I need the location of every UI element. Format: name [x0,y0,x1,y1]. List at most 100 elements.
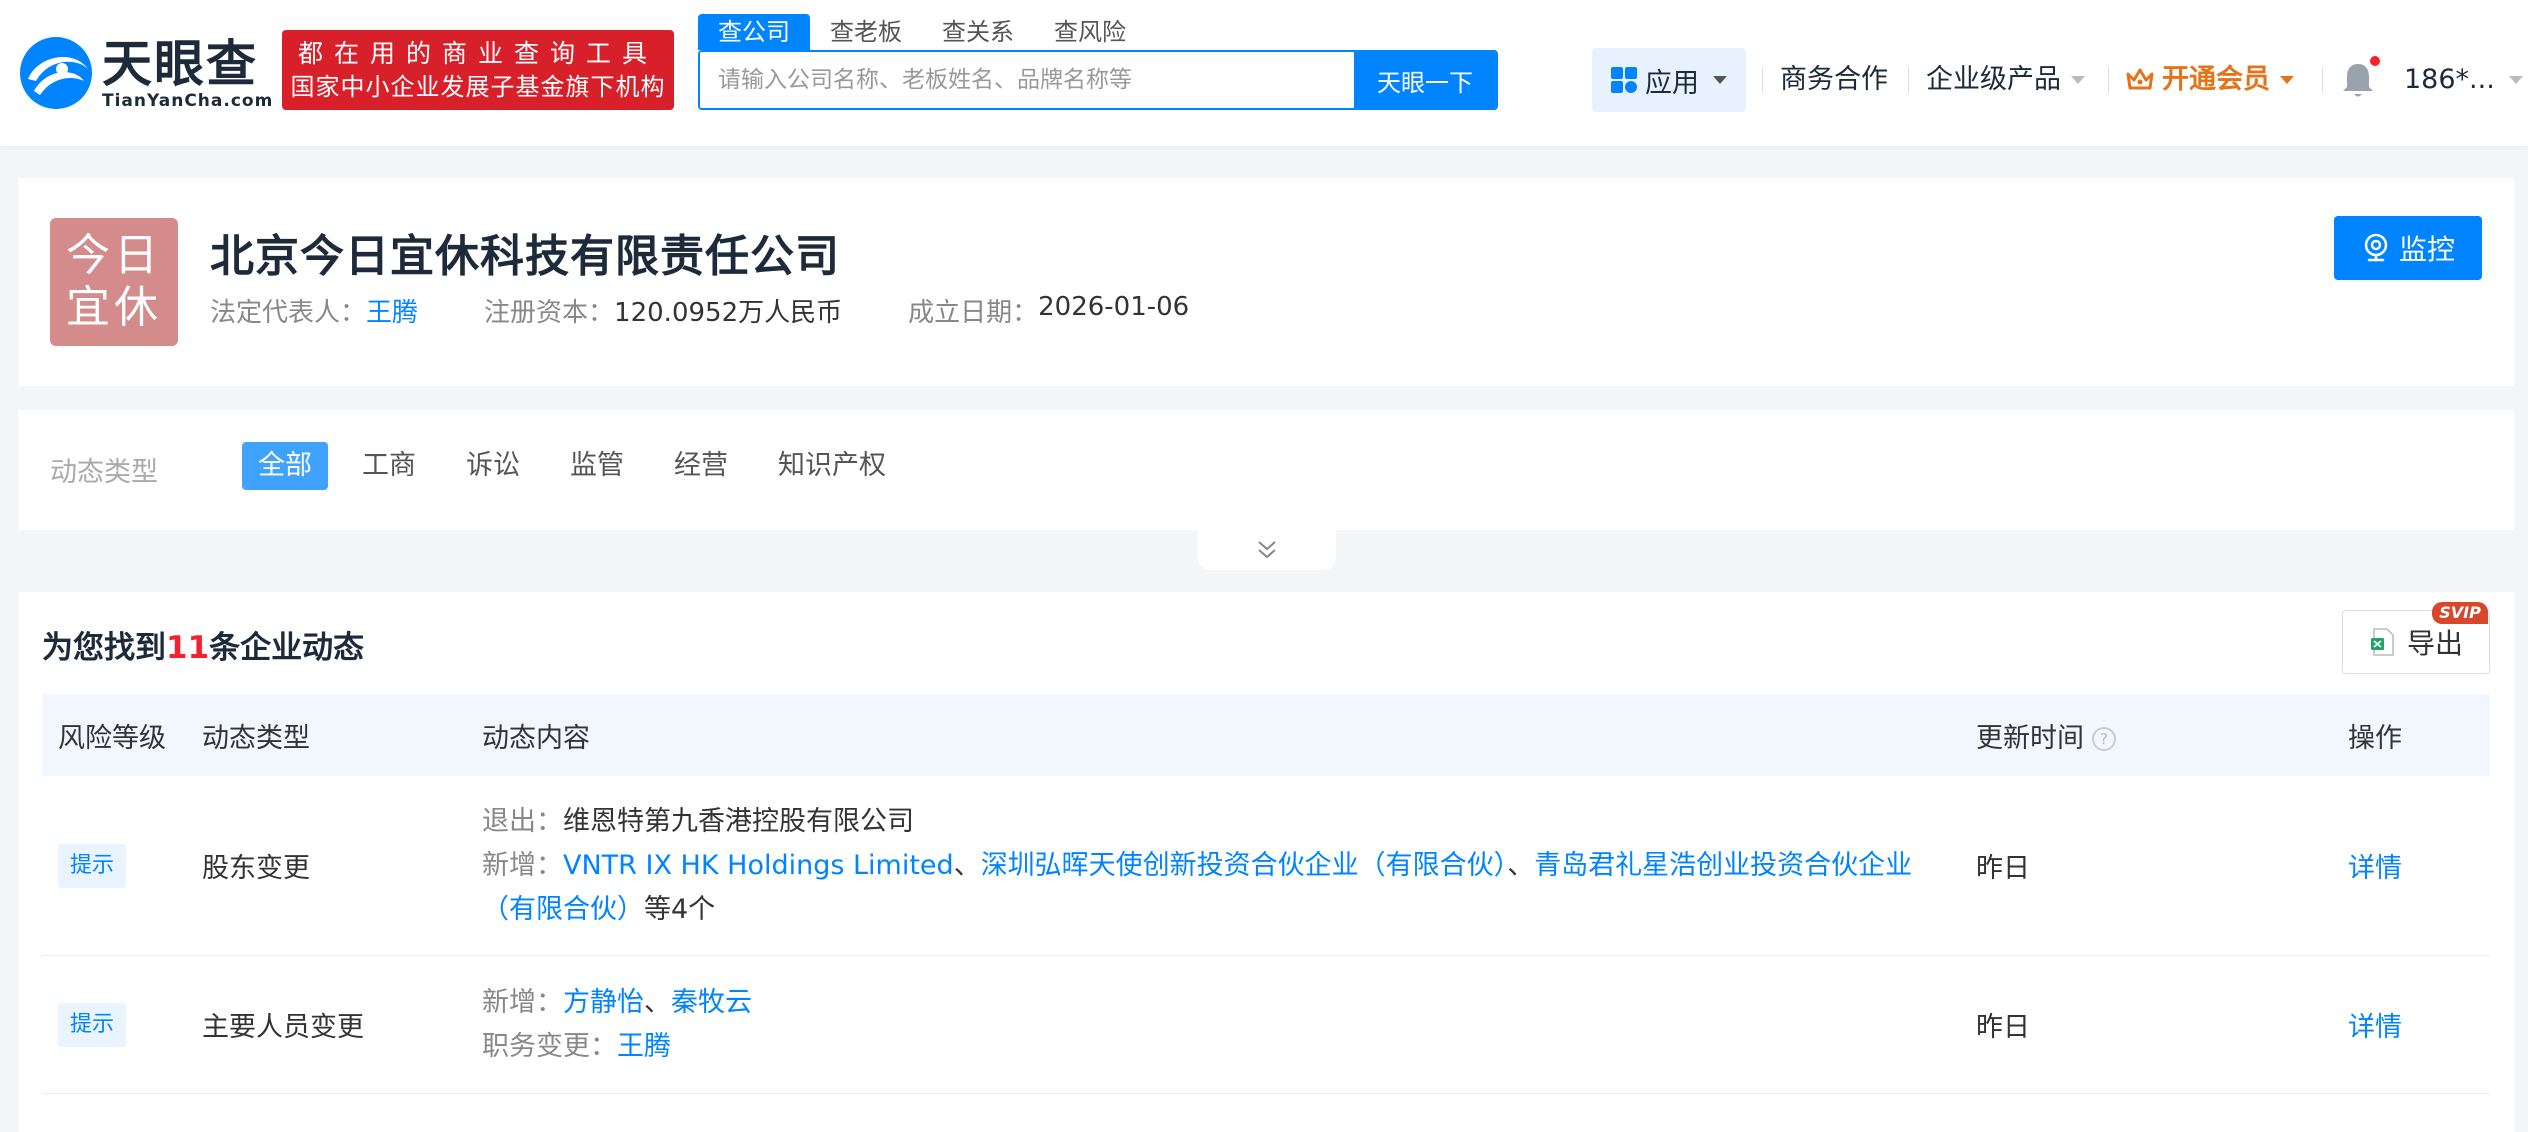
results-title: 为您找到11条企业动态 [42,622,364,667]
chevron-down-icon [1713,76,1727,84]
company-meta: 法定代表人： 王腾 注册资本： 120.0952万人民币 成立日期： 2026-… [210,292,1189,329]
export-label: 导出 [2406,627,2463,660]
shareholder-link[interactable]: 深圳弘晖天使创新投资合伙企业（有限合伙） [981,850,1508,881]
filter-card: 动态类型 全部 工商 诉讼 监管 经营 知识产权 [18,410,2514,530]
top-header: 天眼查 TianYanCha.com 都在用的商业查询工具 国家中小企业发展子基… [0,0,2528,146]
table-row: 提示 主要人员变更 新增：方静怡、秦牧云 职务变更：王腾 昨日 详情 [42,956,2490,1094]
logo-text: 天眼查 [102,35,258,93]
chevron-down-icon [2508,76,2523,84]
filter-tab-business[interactable]: 工商 [346,442,432,490]
nav-enterprise-label: 企业级产品 [1926,64,2061,95]
company-logo: 今日 宜休 [50,218,178,346]
person-link[interactable]: 秦牧云 [671,987,752,1018]
tab-search-relation[interactable]: 查关系 [922,14,1034,50]
logo-domain: TianYanCha.com [102,91,274,111]
crown-icon [2126,68,2154,90]
filter-label: 动态类型 [50,457,158,488]
company-card: 今日 宜休 北京今日宜休科技有限责任公司 法定代表人： 王腾 注册资本： 120… [18,178,2514,386]
column-header-action: 操作 [2348,722,2402,754]
results-card: 为您找到11条企业动态 导出 SVIP 风险等级 动态类型 动态内容 更新时间?… [18,592,2514,1132]
column-header-content: 动态内容 [482,722,590,754]
slogan-line-1: 都在用的商业查询工具 [297,39,658,68]
column-header-risk: 风险等级 [58,722,166,754]
search-box: 天眼一下 [698,50,1498,110]
monitor-icon [2364,233,2388,262]
tab-search-risk[interactable]: 查风险 [1034,14,1146,50]
capital-value: 120.0952万人民币 [614,298,843,328]
notification-dot [2370,56,2380,66]
tab-search-company[interactable]: 查公司 [698,14,810,50]
add-label: 新增： [482,849,563,881]
person-link[interactable]: 王腾 [617,1031,671,1062]
apps-label: 应用 [1645,67,1699,99]
separator: 、 [953,849,981,881]
nav-divider [1908,66,1909,94]
search-input[interactable] [700,52,1354,108]
apps-grid-icon [1611,67,1637,93]
slogan-line-2: 国家中小企业发展子基金旗下机构 [290,73,666,101]
legal-rep-link[interactable]: 王腾 [366,292,418,329]
expand-filter-button[interactable] [1198,530,1336,570]
double-chevron-down-icon [1258,541,1276,559]
company-logo-text-1: 今日 [66,230,162,281]
column-header-time-label: 更新时间 [1976,722,2084,754]
filter-tab-regulation[interactable]: 监管 [554,442,640,490]
nav-business-cooperation[interactable]: 商务合作 [1780,58,1888,102]
founded-value: 2026-01-06 [1038,292,1190,322]
detail-link[interactable]: 详情 [2348,1012,2402,1043]
legal-rep-label: 法定代表人： [210,298,367,328]
user-menu[interactable]: 186*... [2404,58,2523,102]
risk-badge: 提示 [58,1002,127,1047]
role-change-label: 职务变更： [482,1030,617,1062]
svip-badge: SVIP [2432,602,2488,624]
site-logo[interactable]: 天眼查 TianYanCha.com [18,34,272,112]
detail-link[interactable]: 详情 [2348,853,2402,884]
filter-tab-operation[interactable]: 经营 [658,442,744,490]
nav-open-vip[interactable]: 开通会员 [2126,58,2294,102]
add-suffix: 等4个 [644,893,716,925]
chevron-down-icon [2071,76,2085,84]
slogan-banner: 都在用的商业查询工具 国家中小企业发展子基金旗下机构 [282,30,674,110]
separator: 、 [1507,849,1535,881]
results-title-prefix: 为您找到 [42,630,166,666]
shareholder-link[interactable]: VNTR IX HK Holdings Limited [563,850,954,881]
chevron-down-icon [2280,76,2294,84]
update-time: 昨日 [1976,1012,2030,1043]
company-name: 北京今日宜休科技有限责任公司 [210,231,840,282]
risk-badge: 提示 [58,843,127,888]
excel-icon [2370,628,2394,656]
tab-search-boss[interactable]: 查老板 [810,14,922,50]
column-header-time: 更新时间? [1976,716,2348,755]
tianyancha-eye-icon [20,37,92,109]
dynamic-type: 股东变更 [202,853,310,884]
nav-divider [2322,66,2323,94]
vip-label: 开通会员 [2162,64,2270,95]
search-tabs: 查公司 查老板 查关系 查风险 [698,14,1146,50]
nav-divider [2108,66,2109,94]
results-title-suffix: 条企业动态 [209,630,365,666]
separator: 、 [644,986,671,1018]
dynamic-content: 新增：方静怡、秦牧云 职务变更：王腾 [482,981,1976,1069]
nav-enterprise-products[interactable]: 企业级产品 [1926,58,2085,102]
dynamic-type: 主要人员变更 [202,1012,364,1043]
dynamics-table: 风险等级 动态类型 动态内容 更新时间? 操作 提示 股东变更 退出：维恩特第九… [42,694,2490,1094]
capital-label: 注册资本： [484,298,615,328]
exit-label: 退出： [482,805,563,837]
user-name: 186*... [2404,64,2495,95]
help-icon[interactable]: ? [2092,727,2116,751]
filter-tab-ip[interactable]: 知识产权 [762,442,902,490]
nav-divider [1762,66,1763,94]
results-count: 11 [166,630,210,666]
table-header: 风险等级 动态类型 动态内容 更新时间? 操作 [42,694,2490,776]
company-logo-text-2: 宜休 [66,282,162,333]
filter-tabs: 全部 工商 诉讼 监管 经营 知识产权 [242,442,902,490]
exit-value: 维恩特第九香港控股有限公司 [563,805,914,837]
search-button[interactable]: 天眼一下 [1354,52,1496,108]
table-row: 提示 股东变更 退出：维恩特第九香港控股有限公司 新增：VNTR IX HK H… [42,776,2490,956]
bell-icon[interactable] [2340,60,2376,100]
person-link[interactable]: 方静怡 [563,987,644,1018]
filter-tab-litigation[interactable]: 诉讼 [450,442,536,490]
monitor-button[interactable]: 监控 [2334,216,2482,280]
apps-menu-button[interactable]: 应用 [1592,48,1746,112]
filter-tab-all[interactable]: 全部 [242,442,328,490]
